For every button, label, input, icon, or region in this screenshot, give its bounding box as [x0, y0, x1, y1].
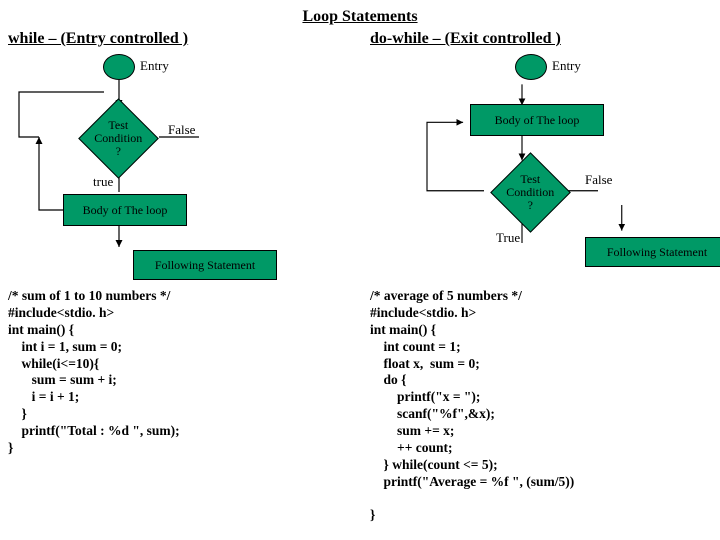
dowhile-flow: Entry Body of The loop Test Condition ? … [370, 52, 712, 282]
while-true-label: true [93, 174, 113, 190]
page-title: Loop Statements [8, 8, 712, 26]
columns: while – (Entry controlled ) [8, 30, 712, 524]
dowhile-entry-label: Entry [552, 58, 581, 74]
while-column: while – (Entry controlled ) [8, 30, 350, 524]
while-body-rect: Body of The loop [63, 194, 187, 226]
dowhile-body-rect: Body of The loop [470, 104, 604, 136]
while-condition-diamond: Test Condition ? [78, 98, 159, 179]
while-flow: Entry Test Condition ? False true Body o… [8, 52, 350, 282]
dowhile-entry-oval [515, 54, 547, 80]
while-subtitle: while – (Entry controlled ) [8, 30, 350, 48]
dowhile-true-label: True [496, 230, 520, 246]
while-arrows [8, 52, 350, 282]
dowhile-condition-diamond: Test Condition ? [490, 152, 571, 233]
dowhile-code: /* average of 5 numbers */ #include<stdi… [370, 288, 712, 524]
dowhile-false-label: False [585, 172, 612, 188]
while-code: /* sum of 1 to 10 numbers */ #include<st… [8, 288, 350, 457]
dowhile-condition-text: Test Condition ? [503, 173, 558, 213]
while-entry-oval [103, 54, 135, 80]
dowhile-following-rect: Following Statement [585, 237, 720, 267]
while-false-label: False [168, 122, 195, 138]
while-following-rect: Following Statement [133, 250, 277, 280]
dowhile-column: do-while – (Exit controlled ) [370, 30, 712, 524]
while-condition-text: Test Condition ? [91, 119, 146, 159]
dowhile-subtitle: do-while – (Exit controlled ) [370, 30, 712, 48]
while-entry-label: Entry [140, 58, 169, 74]
